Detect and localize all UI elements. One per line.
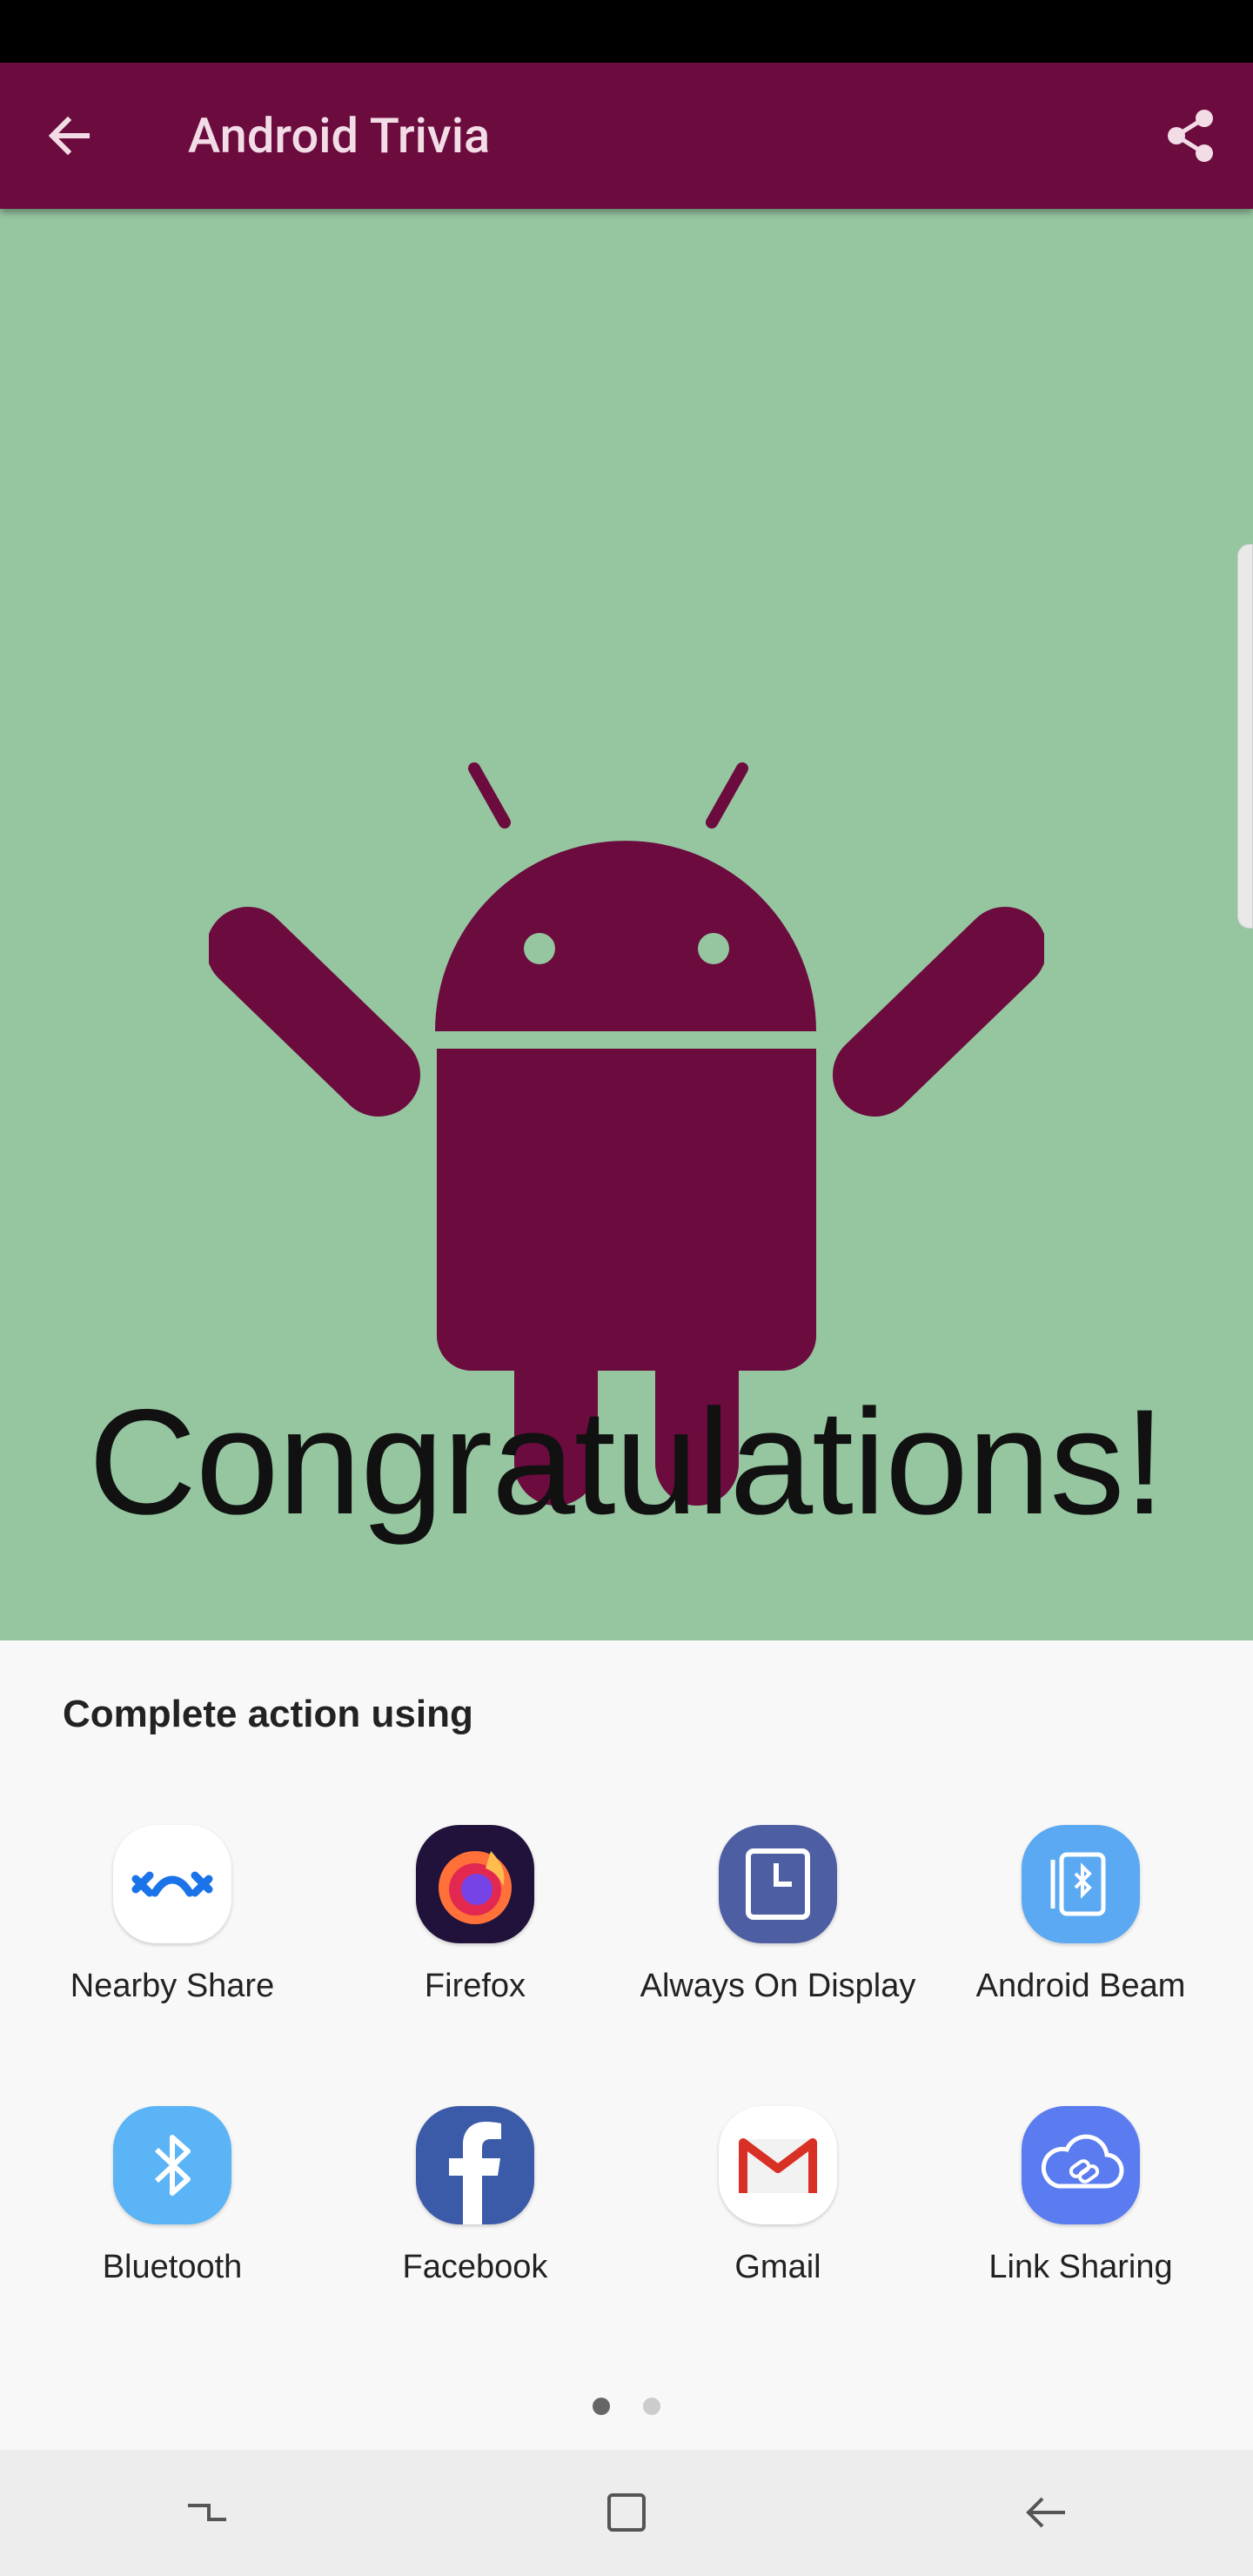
always-on-display-icon: [719, 1825, 837, 1943]
app-bar: Android Trivia: [0, 63, 1253, 209]
app-label: Android Beam: [975, 1968, 1186, 2004]
android-beam-icon: [1022, 1825, 1140, 1943]
firefox-icon: [416, 1825, 534, 1943]
page-dot[interactable]: [643, 2398, 660, 2415]
app-label: Link Sharing: [988, 2249, 1173, 2285]
back-icon[interactable]: [1018, 2485, 1074, 2540]
page-indicator: [0, 2398, 1253, 2424]
app-label: Nearby Share: [70, 1968, 275, 2004]
status-bar: [0, 0, 1253, 63]
share-target-link-sharing[interactable]: Link Sharing: [929, 2106, 1232, 2315]
edge-panel-handle[interactable]: [1237, 544, 1253, 929]
app-label: Always On Display: [640, 1968, 916, 2004]
app-label: Firefox: [424, 1968, 526, 2004]
link-sharing-icon: [1022, 2106, 1140, 2224]
app-label: Gmail: [734, 2249, 821, 2285]
share-target-bluetooth[interactable]: Bluetooth: [21, 2106, 324, 2315]
recents-icon[interactable]: [179, 2485, 235, 2540]
app-title: Android Trivia: [188, 107, 491, 164]
congratulations-headline: Congratulations!: [88, 1379, 1166, 1546]
nearby-share-icon: [113, 1825, 231, 1943]
share-target-android-beam[interactable]: Android Beam: [929, 1825, 1232, 2034]
share-target-firefox[interactable]: Firefox: [324, 1825, 626, 2034]
navigation-bar: [0, 2450, 1253, 2576]
app-label: Facebook: [402, 2249, 548, 2285]
share-target-always-on-display[interactable]: Always On Display: [626, 1825, 929, 2034]
share-icon[interactable]: [1156, 101, 1225, 171]
share-sheet-title: Complete action using: [63, 1693, 473, 1735]
facebook-icon: [416, 2106, 534, 2224]
home-icon[interactable]: [599, 2485, 654, 2540]
back-arrow-icon[interactable]: [35, 101, 104, 171]
app-label: Bluetooth: [102, 2249, 243, 2285]
share-sheet: Complete action using Nearby Share Firef…: [0, 1640, 1253, 2450]
bluetooth-icon: [113, 2106, 231, 2224]
gmail-icon: [719, 2106, 837, 2224]
share-target-nearby-share[interactable]: Nearby Share: [21, 1825, 324, 2034]
share-target-gmail[interactable]: Gmail: [626, 2106, 929, 2315]
share-target-facebook[interactable]: Facebook: [324, 2106, 626, 2315]
congratulations-screen: Congratulations!: [0, 209, 1253, 1640]
page-dot-active[interactable]: [593, 2398, 610, 2415]
